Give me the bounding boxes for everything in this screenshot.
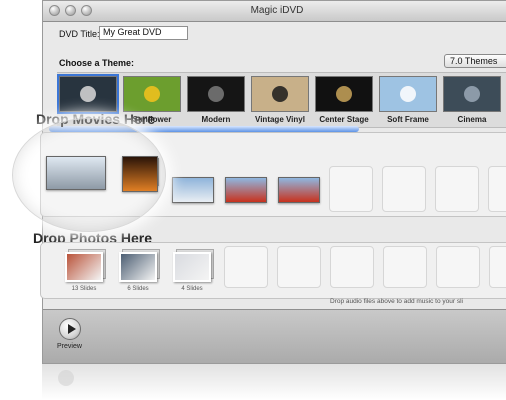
empty-slot[interactable] xyxy=(382,166,426,212)
theme-item[interactable]: Cinema xyxy=(443,76,501,125)
theme-label: Vintage Vinyl xyxy=(255,115,305,124)
theme-thumbnail-art xyxy=(80,86,96,102)
empty-slot[interactable] xyxy=(488,166,506,212)
theme-thumbnail-art xyxy=(144,86,160,102)
theme-label: Soft Frame xyxy=(387,115,429,124)
theme-thumbnail-art xyxy=(208,86,224,102)
movie-clip[interactable] xyxy=(225,177,267,203)
empty-slot[interactable] xyxy=(330,246,374,288)
window-title: Magic iDVD xyxy=(250,5,304,16)
preview-button[interactable] xyxy=(59,318,81,340)
dvd-title-label: DVD Title: xyxy=(59,29,100,39)
movie-clip-magnified[interactable] xyxy=(122,156,158,192)
choose-theme-label: Choose a Theme: xyxy=(59,58,135,68)
theme-thumbnail-art xyxy=(464,86,480,102)
empty-slot[interactable] xyxy=(383,246,427,288)
theme-thumbnail xyxy=(251,76,309,112)
theme-thumbnail xyxy=(123,76,181,112)
theme-thumbnail-art xyxy=(272,86,288,102)
theme-thumbnail xyxy=(379,76,437,112)
bottom-toolbar: Preview xyxy=(43,309,506,363)
album-cover xyxy=(65,252,103,282)
magnifier-lens xyxy=(12,118,166,232)
slide-count: 4 Slides xyxy=(181,286,203,292)
theme-item[interactable]: Soft Frame xyxy=(379,76,437,125)
theme-thumbnail xyxy=(57,74,119,114)
empty-slot[interactable] xyxy=(329,166,373,212)
theme-label: Cinema xyxy=(457,115,487,124)
title-bar: Magic iDVD xyxy=(43,1,506,22)
theme-thumbnail xyxy=(443,76,501,112)
empty-slot[interactable] xyxy=(436,246,480,288)
slideshow-album[interactable]: 13 Slides xyxy=(65,249,106,292)
slideshow-album[interactable]: 6 Slides xyxy=(119,249,160,292)
theme-item[interactable]: Center Stage xyxy=(315,76,373,125)
audio-drop-hint: Drop audio files above to add music to y… xyxy=(330,298,463,305)
slide-count: 13 Slides xyxy=(71,286,97,292)
theme-thumbnail xyxy=(315,76,373,112)
theme-label: Center Stage xyxy=(319,115,369,124)
album-cover xyxy=(173,252,211,282)
theme-thumbnail xyxy=(187,76,245,112)
slide-count: 6 Slides xyxy=(127,286,149,292)
slideshow-album[interactable]: 4 Slides xyxy=(173,249,214,292)
window-reflection xyxy=(42,364,506,400)
theme-set-dropdown[interactable]: 7.0 Themes ▴▾ xyxy=(444,54,506,68)
preview-label: Preview xyxy=(57,343,82,350)
play-icon xyxy=(68,324,76,334)
movie-clip-magnified[interactable] xyxy=(46,156,106,190)
dvd-title-field[interactable]: My Great DVD xyxy=(99,26,188,40)
empty-slot[interactable] xyxy=(224,246,268,288)
theme-label: Modern xyxy=(201,115,231,124)
theme-item[interactable]: Vintage Vinyl xyxy=(251,76,309,125)
movie-clip[interactable] xyxy=(278,177,320,203)
album-cover xyxy=(119,252,157,282)
preview-reflection xyxy=(58,370,74,386)
theme-set-value: 7.0 Themes xyxy=(450,56,498,66)
photos-drop-zone[interactable]: 13 Slides 6 Slides 4 Slides xyxy=(40,242,506,299)
empty-slot[interactable] xyxy=(277,246,321,288)
theme-thumbnail-art xyxy=(400,86,416,102)
theme-thumbnail-art xyxy=(336,86,352,102)
theme-item[interactable]: Modern xyxy=(187,76,245,125)
movie-clip[interactable] xyxy=(172,177,214,203)
empty-slot[interactable] xyxy=(489,246,506,288)
empty-slot[interactable] xyxy=(435,166,479,212)
